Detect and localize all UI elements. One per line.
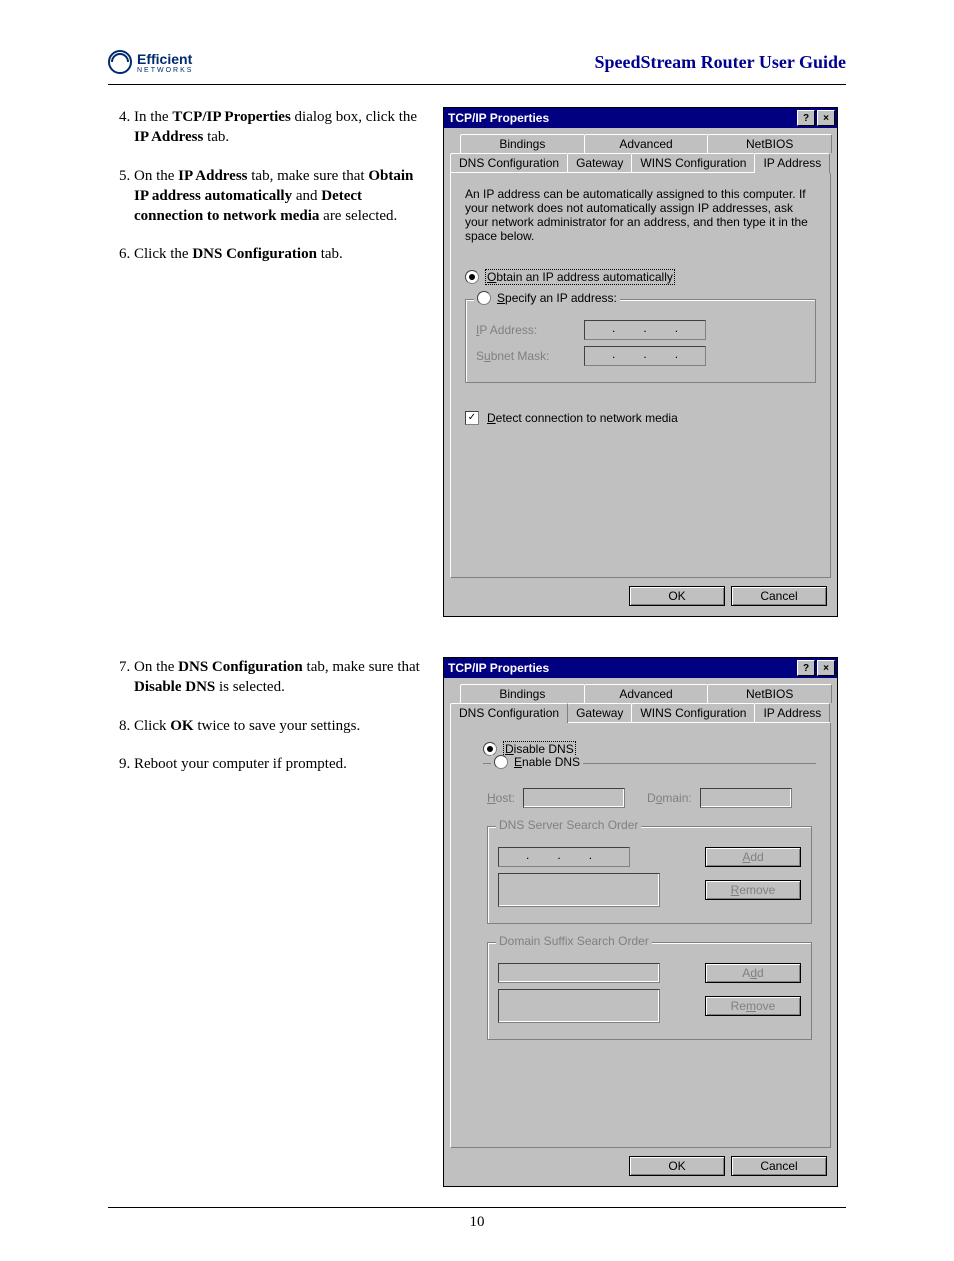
step-5: On the IP Address tab, make sure that Ob… bbox=[134, 166, 428, 227]
radio-icon bbox=[483, 742, 497, 756]
radio-obtain-auto[interactable]: Obtain an IP address automatically bbox=[465, 269, 816, 285]
instructions-2: On the DNS Configuration tab, make sure … bbox=[108, 657, 428, 792]
dialog-title: TCP/IP Properties bbox=[448, 661, 549, 675]
domain-input bbox=[700, 788, 792, 808]
tab-advanced[interactable]: Advanced bbox=[584, 134, 709, 153]
tab-advanced[interactable]: Advanced bbox=[584, 684, 709, 703]
radio-icon bbox=[465, 270, 479, 284]
brand-logo: Efficient NETWORKS bbox=[108, 50, 193, 74]
suffix-list bbox=[498, 989, 660, 1023]
remove-button: Remove bbox=[705, 996, 801, 1016]
radio-enable-dns[interactable]: Enable DNS bbox=[514, 755, 580, 769]
header-rule bbox=[108, 84, 846, 85]
step-8: Click OK twice to save your settings. bbox=[134, 716, 428, 736]
swirl-icon bbox=[108, 50, 132, 74]
panel-description: An IP address can be automatically assig… bbox=[465, 187, 816, 243]
tab-ip-address[interactable]: IP Address bbox=[754, 153, 830, 173]
subnet-mask-input: ... bbox=[584, 346, 706, 366]
tab-dns-configuration[interactable]: DNS Configuration bbox=[450, 703, 568, 723]
suffix-input bbox=[498, 963, 660, 983]
dns-server-order-label: DNS Server Search Order bbox=[496, 818, 641, 832]
tab-gateway[interactable]: Gateway bbox=[567, 153, 632, 172]
page-number: 10 bbox=[108, 1207, 846, 1231]
step-9: Reboot your computer if prompted. bbox=[134, 754, 428, 774]
dialog-dns-config: TCP/IP Properties ? × Bindings Advanced … bbox=[443, 657, 838, 1187]
radio-icon bbox=[477, 291, 491, 305]
remove-button: Remove bbox=[705, 880, 801, 900]
cancel-button[interactable]: Cancel bbox=[731, 1156, 827, 1176]
ip-address-input: ... bbox=[584, 320, 706, 340]
add-button: Add bbox=[705, 963, 801, 983]
add-button: Add bbox=[705, 847, 801, 867]
domain-suffix-order-label: Domain Suffix Search Order bbox=[496, 934, 652, 948]
tab-netbios[interactable]: NetBIOS bbox=[707, 134, 832, 153]
close-icon[interactable]: × bbox=[817, 110, 835, 126]
ip-address-label: IP Address: bbox=[476, 323, 576, 337]
dialog-title: TCP/IP Properties bbox=[448, 111, 549, 125]
brand-sub: NETWORKS bbox=[137, 67, 193, 74]
dialog-ip-address: TCP/IP Properties ? × Bindings Advanced … bbox=[443, 107, 838, 617]
tab-netbios[interactable]: NetBIOS bbox=[707, 684, 832, 703]
checkbox-detect-connection[interactable]: ✓ Detect connection to network media bbox=[465, 411, 816, 425]
tab-gateway[interactable]: Gateway bbox=[567, 703, 632, 722]
checkbox-icon: ✓ bbox=[465, 411, 479, 425]
titlebar[interactable]: TCP/IP Properties ? × bbox=[444, 658, 837, 678]
group-specify-ip: Specify an IP address: IP Address: ... S… bbox=[465, 299, 816, 383]
close-icon[interactable]: × bbox=[817, 660, 835, 676]
tab-wins-configuration[interactable]: WINS Configuration bbox=[631, 153, 755, 172]
cancel-button[interactable]: Cancel bbox=[731, 586, 827, 606]
host-label: Host: bbox=[487, 791, 515, 805]
group-domain-suffix-order: Domain Suffix Search Order Add Remove bbox=[487, 942, 812, 1040]
dns-list bbox=[498, 873, 660, 907]
tab-bindings[interactable]: Bindings bbox=[460, 134, 585, 153]
help-icon[interactable]: ? bbox=[797, 110, 815, 126]
tab-bindings[interactable]: Bindings bbox=[460, 684, 585, 703]
radio-specify-ip[interactable]: Specify an IP address: bbox=[497, 291, 617, 305]
dns-ip-input: ... bbox=[498, 847, 630, 867]
step-6: Click the DNS Configuration tab. bbox=[134, 244, 428, 264]
ok-button[interactable]: OK bbox=[629, 1156, 725, 1176]
instructions-1: In the TCP/IP Properties dialog box, cli… bbox=[108, 107, 428, 283]
titlebar[interactable]: TCP/IP Properties ? × bbox=[444, 108, 837, 128]
tab-ip-address[interactable]: IP Address bbox=[754, 703, 830, 722]
tab-wins-configuration[interactable]: WINS Configuration bbox=[631, 703, 755, 722]
guide-title: SpeedStream Router User Guide bbox=[595, 52, 847, 73]
domain-label: Domain: bbox=[647, 791, 692, 805]
tab-panel-dns: Disable DNS Enable DNS Host: Domain: bbox=[450, 722, 831, 1148]
tab-dns-configuration[interactable]: DNS Configuration bbox=[450, 153, 568, 172]
step-7: On the DNS Configuration tab, make sure … bbox=[134, 657, 428, 698]
step-4: In the TCP/IP Properties dialog box, cli… bbox=[134, 107, 428, 148]
ok-button[interactable]: OK bbox=[629, 586, 725, 606]
host-input bbox=[523, 788, 625, 808]
group-enable-dns: Enable DNS Host: Domain: DNS Server Sear… bbox=[483, 763, 816, 1044]
subnet-mask-label: Subnet Mask: bbox=[476, 349, 576, 363]
brand-name: Efficient bbox=[137, 51, 193, 67]
help-icon[interactable]: ? bbox=[797, 660, 815, 676]
group-dns-server-order: DNS Server Search Order ... Add Remove bbox=[487, 826, 812, 924]
radio-icon bbox=[494, 755, 508, 769]
tab-panel-ip-address: An IP address can be automatically assig… bbox=[450, 172, 831, 578]
